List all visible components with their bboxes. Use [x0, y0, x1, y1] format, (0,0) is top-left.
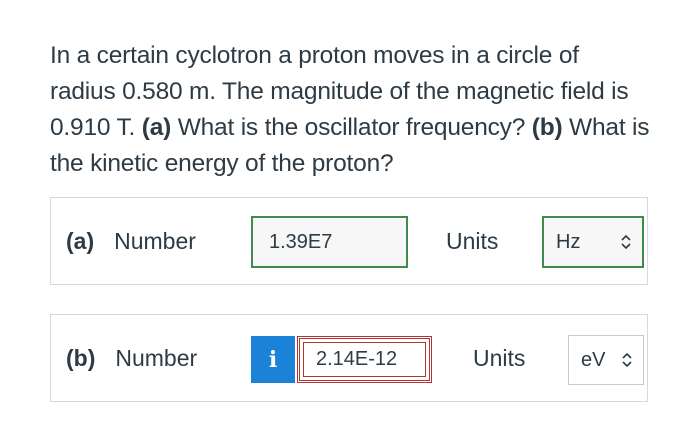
answer-row-a: (a) Number 1.39E7 Units Hz	[50, 197, 648, 285]
answer-a-label: (a) Number	[66, 228, 196, 255]
answer-b-number-label: Number	[115, 345, 198, 371]
answer-a-value: 1.39E7	[269, 230, 333, 253]
answer-b-label: (b) Number	[66, 345, 197, 372]
answer-a-number-input[interactable]: 1.39E7	[251, 216, 408, 268]
answer-a-part: (a)	[66, 228, 95, 254]
answer-b-units-value: eV	[581, 348, 606, 371]
part-a-question: What is the oscillator frequency?	[171, 114, 532, 141]
answer-b-value: 2.14E-12	[316, 348, 398, 370]
chevron-up-down-icon	[620, 233, 632, 251]
problem-statement: In a certain cyclotron a proton moves in…	[50, 38, 650, 182]
part-a-tag: (a)	[141, 114, 172, 141]
answer-b-part: (b)	[66, 345, 96, 371]
chevron-up-down-icon	[621, 351, 633, 369]
answer-a-units-select[interactable]: Hz	[542, 216, 644, 268]
answer-b-units-label: Units	[473, 345, 526, 371]
part-b-tag: (b)	[531, 114, 563, 141]
answer-a-units-label: Units	[446, 228, 499, 254]
info-icon[interactable]: i	[251, 336, 295, 383]
answer-a-units-value: Hz	[556, 230, 581, 253]
answer-row-b: (b) Number i 2.14E-12 Units eV	[50, 314, 648, 402]
answer-b-units-select[interactable]: eV	[568, 335, 644, 385]
answer-b-number-input[interactable]: 2.14E-12	[297, 336, 432, 383]
answer-a-number-label: Number	[114, 228, 196, 254]
